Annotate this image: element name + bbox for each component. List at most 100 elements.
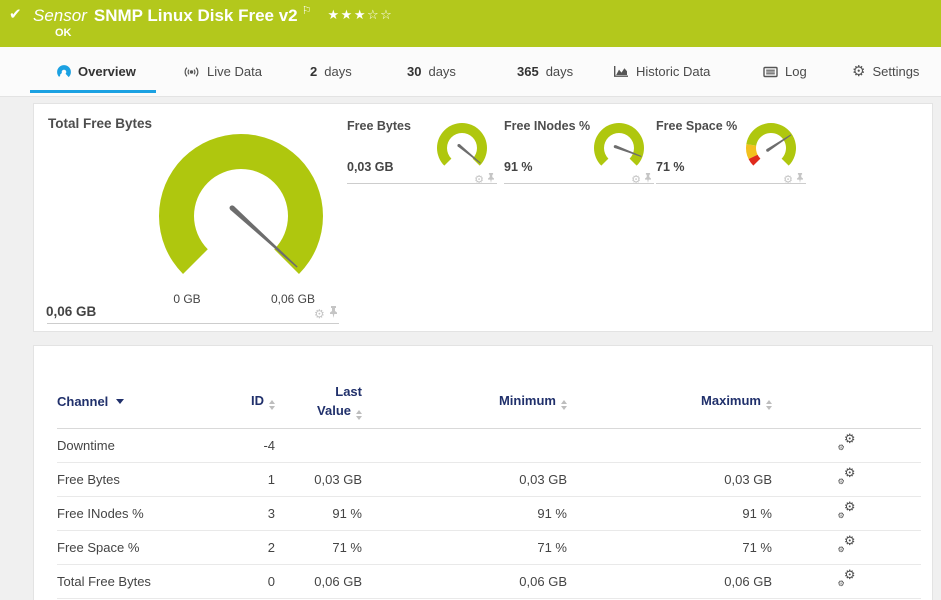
tab-365-days[interactable]: 365 days (517, 47, 573, 96)
priority-flag-icon[interactable]: ⚐ (302, 4, 312, 17)
gauge-block-free-inodes: Free INodes % 91 % ⚙ (504, 114, 654, 186)
tab-label: Overview (78, 64, 136, 79)
live-broadcast-icon (184, 66, 199, 77)
channel-maximum: 0,06 GB (567, 564, 772, 599)
tab-settings[interactable]: ⚙ Settings (852, 47, 919, 96)
sensor-kind-label: Sensor (33, 6, 87, 25)
channel-maximum: 71 % (567, 530, 772, 565)
channel-minimum: 0,06 GB (362, 564, 567, 599)
column-header-minimum[interactable]: Minimum (362, 374, 567, 429)
stars-filled: ★★★ (327, 8, 367, 23)
gauge-settings-gear-icon[interactable]: ⚙ (314, 308, 325, 320)
sort-icon (269, 399, 275, 410)
tab-30-days[interactable]: 30 days (407, 47, 456, 96)
channel-name: Downtime (57, 428, 237, 463)
column-label: Maximum (701, 392, 761, 408)
small-gauge-tools: ⚙ (783, 170, 804, 188)
gauge-block-free-space: Free Space % 71 % ⚙ (656, 114, 806, 186)
column-label: Minimum (498, 392, 556, 408)
tab-live-data[interactable]: Live Data (183, 47, 262, 96)
channel-settings-icon[interactable]: ⚙ ⚙ (837, 569, 856, 588)
channel-row-free-space: Free Space % 2 71 % 71 % 71 % ⚙ ⚙ (57, 530, 921, 565)
channel-maximum: 0,03 GB (567, 462, 772, 497)
channel-minimum: 71 % (362, 530, 567, 565)
tab-label: days (324, 64, 352, 79)
channel-name: Free Bytes (57, 462, 237, 497)
column-header-id[interactable]: ID (237, 374, 275, 429)
channel-last-value: 71 % (275, 530, 362, 565)
tab-label: days (428, 64, 456, 79)
channel-table: Channel ID Last Value Minimum Maximum Do… (57, 374, 921, 599)
priority-stars[interactable]: ★★★☆☆ (328, 8, 394, 23)
small-gauge-tools: ⚙ (631, 170, 652, 188)
small-gauge-value: 0,03 GB (347, 160, 394, 174)
tab-label: Historic Data (636, 64, 711, 79)
channel-last-value: 0,06 GB (275, 564, 362, 599)
free-inodes-gauge (594, 123, 644, 166)
small-gauge-title: Free INodes % (504, 119, 591, 133)
column-label: Channel (57, 393, 109, 409)
channel-settings-icon[interactable]: ⚙ ⚙ (838, 535, 856, 554)
pin-icon[interactable] (796, 170, 804, 188)
status-badge: OK (55, 27, 72, 39)
column-header-maximum[interactable]: Maximum (567, 374, 772, 429)
main-gauge-tools: ⚙ (314, 305, 338, 323)
status-ok-check-icon: ✔ (9, 5, 22, 23)
free-bytes-gauge (437, 123, 487, 166)
gear-small-icon: ⚙ (837, 511, 845, 520)
channel-row-free-inodes: Free INodes % 3 91 % 91 % 91 % ⚙ ⚙ (57, 496, 921, 531)
pin-icon[interactable] (329, 305, 338, 323)
gauge-block-divider (504, 183, 654, 184)
gauge-scale-max: 0,06 GB (270, 292, 316, 306)
historic-chart-icon (614, 66, 628, 77)
tab-label: Live Data (207, 64, 262, 79)
channel-name: Total Free Bytes (57, 564, 237, 599)
tab-2-days[interactable]: 2 days (310, 47, 352, 96)
gauge-block-divider (656, 183, 806, 184)
small-gauge-title: Free Bytes (347, 119, 411, 133)
tab-log[interactable]: Log (763, 47, 807, 96)
channel-row-total-free-bytes: Total Free Bytes 0 0,06 GB 0,06 GB 0,06 … (57, 564, 921, 599)
active-tab-underline (30, 90, 156, 93)
channel-minimum: 91 % (362, 496, 567, 531)
gear-small-icon: ⚙ (837, 579, 845, 588)
sort-caret-down-icon (116, 398, 125, 404)
pin-icon[interactable] (487, 170, 495, 188)
pin-icon[interactable] (644, 170, 652, 188)
sensor-title-line: Sensor SNMP Linux Disk Free v2 ⚐ ★★★☆☆ (33, 4, 393, 26)
channel-last-value: 91 % (275, 496, 362, 531)
channel-maximum (567, 428, 772, 463)
channel-settings-icon[interactable]: ⚙ ⚙ (837, 500, 856, 520)
small-gauge-value: 91 % (504, 160, 533, 174)
channel-settings-icon[interactable]: ⚙ ⚙ (837, 466, 856, 486)
sort-icon (766, 399, 772, 410)
tab-number: 30 (407, 64, 422, 79)
gear-small-icon: ⚙ (837, 477, 845, 486)
log-list-icon (763, 66, 778, 77)
gauge-block-free-bytes: Free Bytes 0,03 GB ⚙ (347, 114, 497, 186)
channel-row-free-bytes: Free Bytes 1 0,03 GB 0,03 GB 0,03 GB ⚙ ⚙ (57, 462, 921, 497)
sensor-overview-page: ✔ Sensor SNMP Linux Disk Free v2 ⚐ ★★★☆☆ OK… (0, 0, 941, 600)
sensor-header: ✔ Sensor SNMP Linux Disk Free v2 ⚐ ★★★☆☆ OK (0, 0, 941, 47)
gear-small-icon: ⚙ (837, 443, 845, 452)
small-gauge-title: Free Space % (656, 119, 738, 133)
gear-icon: ⚙ (852, 62, 866, 80)
tab-label: Settings (872, 64, 920, 79)
sort-icon (356, 410, 362, 420)
channel-id: 1 (237, 462, 275, 497)
channel-last-value (275, 428, 362, 463)
column-header-last-value[interactable]: Last Value (275, 374, 362, 429)
main-gauge-value: 0,06 GB (46, 304, 97, 319)
tab-overview[interactable]: Overview (57, 47, 136, 96)
sort-icon (561, 399, 567, 410)
channel-last-value: 0,03 GB (275, 462, 362, 497)
column-label: ID (251, 392, 264, 408)
stars-empty: ☆☆ (366, 8, 394, 23)
channel-minimum: 0,03 GB (362, 462, 567, 497)
channel-settings-icon[interactable]: ⚙ ⚙ (837, 433, 856, 452)
gear-icon: ⚙ (843, 466, 856, 481)
gear-icon: ⚙ (843, 500, 856, 515)
tab-number: 2 (310, 64, 318, 79)
tab-historic-data[interactable]: Historic Data (613, 47, 710, 96)
column-header-channel[interactable]: Channel (57, 374, 237, 429)
